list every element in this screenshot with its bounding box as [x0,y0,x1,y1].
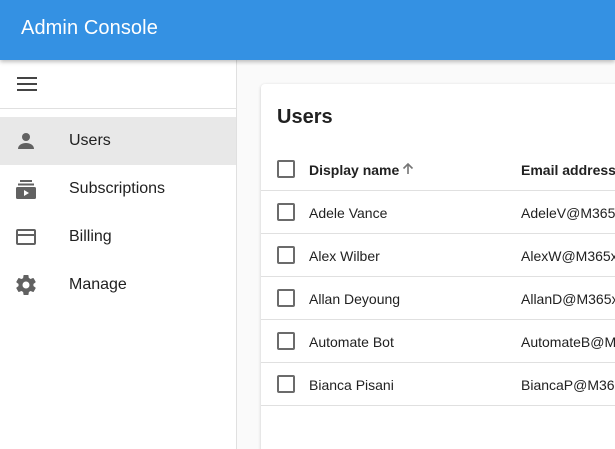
user-email: AllanD@M365x [521,291,615,307]
row-checkbox[interactable] [277,203,295,221]
users-table: Display name Email address Adele Vance A… [261,148,615,406]
table-row[interactable]: Allan Deyoung AllanD@M365x [261,277,615,320]
row-checkbox[interactable] [277,375,295,393]
table-row[interactable]: Automate Bot AutomateB@M365x [261,320,615,363]
user-email: AutomateB@M365x [521,334,615,350]
users-card: Users Display name Email address Adele V… [261,84,615,449]
credit-card-icon [16,229,36,245]
user-email: BiancaP@M365x [521,377,615,393]
table-row[interactable]: Adele Vance AdeleV@M365x [261,191,615,234]
app-title: Admin Console [21,17,158,39]
user-display-name: Automate Bot [309,334,394,350]
sidebar-item-subscriptions[interactable]: Subscriptions [0,165,236,213]
sidebar-item-billing[interactable]: Billing [0,213,236,261]
sidebar-item-label: Subscriptions [69,180,166,197]
row-checkbox[interactable] [277,246,295,264]
column-header-display-name[interactable]: Display name [309,162,399,178]
sidebar-item-label: Billing [69,228,112,245]
hamburger-icon[interactable] [17,77,37,93]
sidebar-nav: Users Subscriptions Billing Manage [0,117,236,309]
sidebar-item-label: Manage [69,276,127,293]
column-header-email[interactable]: Email address [521,162,615,178]
gear-icon [16,275,36,296]
subscriptions-icon [16,180,36,199]
user-display-name: Alex Wilber [309,248,380,264]
sidebar: Users Subscriptions Billing Manage [0,60,237,449]
app-bar: Admin Console [0,0,615,60]
sidebar-item-manage[interactable]: Manage [0,261,236,309]
row-checkbox[interactable] [277,332,295,350]
user-display-name: Allan Deyoung [309,291,401,307]
user-display-name: Adele Vance [309,205,388,221]
table-row[interactable]: Bianca Pisani BiancaP@M365x [261,363,615,406]
row-checkbox[interactable] [277,289,295,307]
table-row[interactable]: Alex Wilber AlexW@M365x [261,234,615,277]
user-display-name: Bianca Pisani [309,377,394,393]
sidebar-header [0,60,236,109]
user-email: AdeleV@M365x [521,205,615,221]
person-icon [18,133,34,149]
user-email: AlexW@M365x [521,248,615,264]
table-header-row: Display name Email address [261,148,615,191]
page-title: Users [277,106,333,128]
sidebar-item-users[interactable]: Users [0,117,236,165]
sidebar-item-label: Users [69,132,111,149]
arrow-up-icon[interactable] [400,161,416,177]
select-all-checkbox[interactable] [277,160,295,178]
